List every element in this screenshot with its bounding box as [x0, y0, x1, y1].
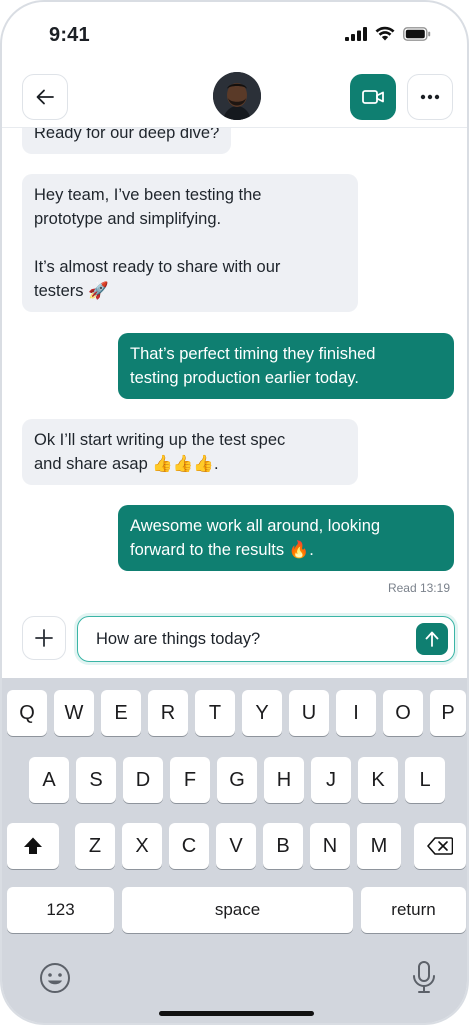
ellipsis-icon: [420, 94, 440, 100]
message-input-value: How are things today?: [96, 630, 261, 648]
key-s[interactable]: S: [76, 757, 116, 803]
message-bubble-incoming: Ok I’ll start writing up the test spec a…: [22, 419, 358, 485]
return-key[interactable]: return: [361, 887, 466, 933]
signal-icon: [345, 26, 367, 41]
shift-key[interactable]: [7, 823, 59, 869]
key-b[interactable]: B: [263, 823, 303, 869]
avatar[interactable]: [213, 72, 261, 120]
read-receipt: Read 13:19: [387, 581, 450, 595]
emoji-icon[interactable]: [39, 962, 71, 994]
backspace-key[interactable]: [414, 823, 466, 869]
battery-icon: [403, 26, 431, 41]
status-time: 9:41: [49, 24, 90, 46]
key-a[interactable]: A: [29, 757, 69, 803]
status-bar: 9:41: [2, 2, 467, 66]
message-bubble-incoming: Ready for our deep dive?: [22, 128, 232, 154]
avatar-image: [213, 72, 261, 120]
video-call-button[interactable]: [350, 74, 396, 120]
key-v[interactable]: V: [216, 823, 256, 869]
backspace-icon: [427, 837, 453, 855]
numbers-key[interactable]: 123: [7, 887, 114, 933]
key-r[interactable]: R: [148, 690, 188, 736]
key-p[interactable]: P: [430, 690, 466, 736]
status-icons: [345, 26, 431, 41]
key-k[interactable]: K: [358, 757, 398, 803]
microphone-icon[interactable]: [412, 961, 436, 995]
send-button[interactable]: [416, 623, 448, 655]
message-bubble-outgoing: That’s perfect timing they finished test…: [118, 333, 454, 399]
message-bubble-outgoing: Awesome work all around, looking forward…: [118, 505, 454, 571]
more-options-button[interactable]: [407, 74, 453, 120]
key-q[interactable]: Q: [7, 690, 47, 736]
key-l[interactable]: L: [405, 757, 445, 803]
key-w[interactable]: W: [54, 690, 94, 736]
key-d[interactable]: D: [123, 757, 163, 803]
add-attachment-button[interactable]: [22, 616, 66, 660]
key-c[interactable]: C: [169, 823, 209, 869]
key-j[interactable]: J: [311, 757, 351, 803]
chat-header: [2, 66, 467, 128]
keyboard: Q W E R T Y U I O P A S D F G H J K L Z …: [2, 678, 467, 1023]
message-bubble-incoming: Hey team, I’ve been testing the prototyp…: [22, 174, 358, 312]
space-key[interactable]: space: [122, 887, 353, 933]
wifi-icon: [375, 26, 395, 41]
key-x[interactable]: X: [122, 823, 162, 869]
back-button[interactable]: [22, 74, 68, 120]
key-o[interactable]: O: [383, 690, 423, 736]
key-f[interactable]: F: [170, 757, 210, 803]
key-t[interactable]: T: [195, 690, 235, 736]
plus-icon: [35, 629, 53, 647]
message-input[interactable]: How are things today?: [77, 616, 455, 662]
arrow-left-icon: [36, 89, 54, 105]
shift-icon: [24, 837, 42, 854]
phone-frame: 9:41 Ready for our deep dive? Hey team, …: [0, 0, 469, 1025]
key-e[interactable]: E: [101, 690, 141, 736]
key-h[interactable]: H: [264, 757, 304, 803]
home-indicator: [159, 1011, 314, 1016]
message-list[interactable]: Ready for our deep dive? Hey team, I’ve …: [2, 128, 467, 610]
key-y[interactable]: Y: [242, 690, 282, 736]
key-z[interactable]: Z: [75, 823, 115, 869]
composer: How are things today?: [2, 610, 467, 672]
arrow-up-icon: [425, 631, 439, 647]
key-n[interactable]: N: [310, 823, 350, 869]
key-g[interactable]: G: [217, 757, 257, 803]
key-i[interactable]: I: [336, 690, 376, 736]
key-u[interactable]: U: [289, 690, 329, 736]
key-m[interactable]: M: [357, 823, 401, 869]
video-camera-icon: [362, 90, 384, 104]
